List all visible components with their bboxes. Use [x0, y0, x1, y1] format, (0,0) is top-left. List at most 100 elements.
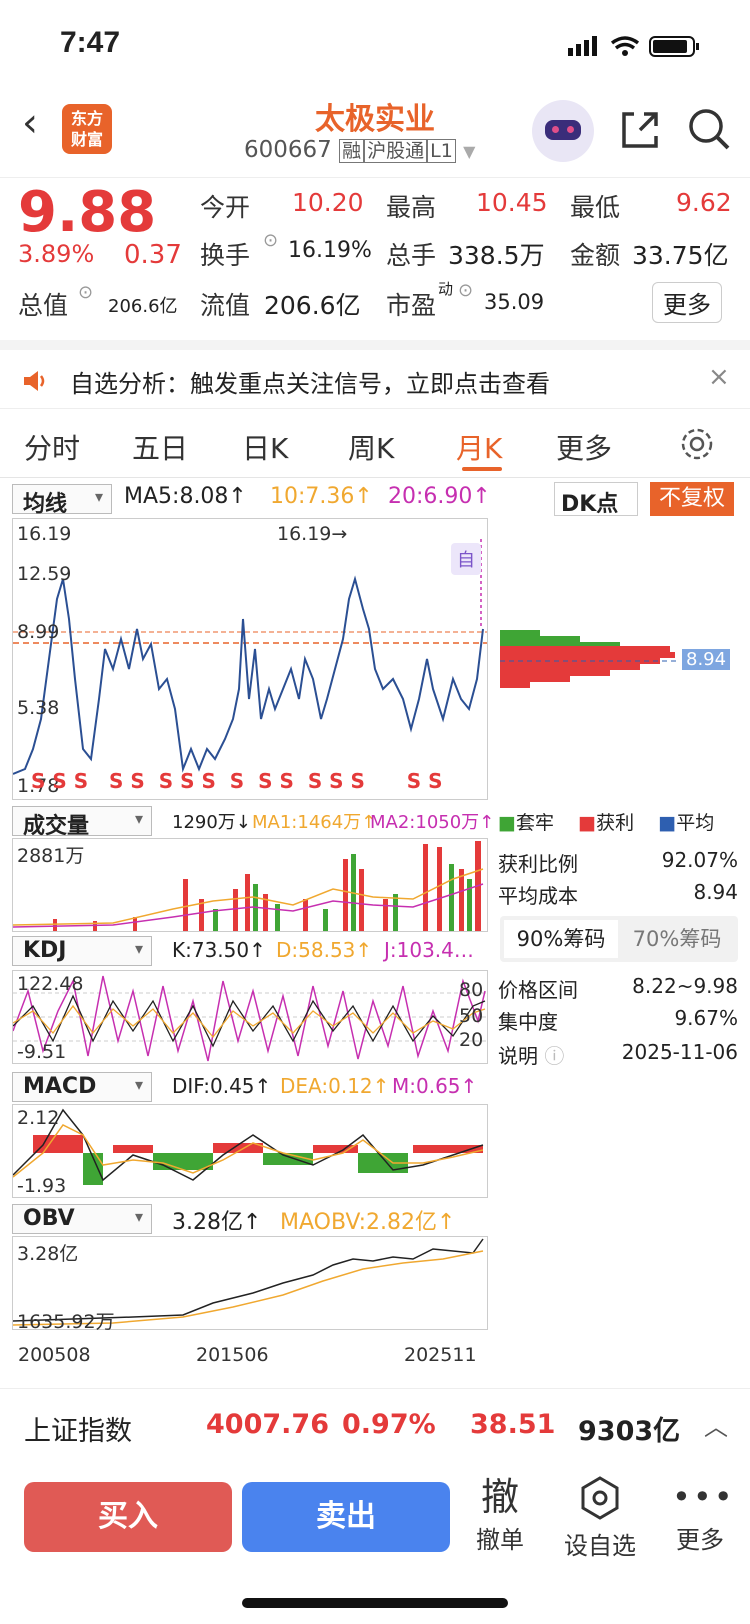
add-favorite-button[interactable]: 设自选 [560, 1474, 640, 1561]
info-icon[interactable]: ⊙ [263, 230, 278, 251]
kdj-chart: 122.48 -9.51 80 50 20 [12, 970, 488, 1064]
badge-hgt: 沪股通 [364, 139, 428, 163]
assistant-robot-icon[interactable] [532, 100, 594, 162]
kdj-level-80: 80 [459, 979, 484, 1001]
concentration-label: 集中度 [498, 1010, 558, 1034]
notice-text: 自选分析：触发重点关注信号，立即点击查看 [70, 370, 550, 398]
mcap-value: 206.6亿 [108, 296, 178, 317]
price-range-label: 价格区间 [498, 978, 578, 1002]
amount-value: 33.75亿 [632, 241, 729, 270]
avg-cost-tag: 8.94 [682, 649, 731, 670]
badge-l1: L1 [427, 139, 456, 163]
macd-ymin: -1.93 [17, 1175, 67, 1197]
chevron-down-icon[interactable]: ▼ [463, 142, 475, 161]
legend-avg: 平均 [676, 812, 715, 834]
indicator-select-obv[interactable]: OBV [12, 1204, 152, 1234]
volume-ymax: 2881万 [17, 845, 85, 867]
sell-button[interactable]: 卖出 [242, 1482, 450, 1552]
chip-legend: ■套牢 ■获利 ■平均 [498, 808, 738, 835]
macd-chart: 2.12 -1.93 [12, 1104, 488, 1198]
trade-actions: 买入 卖出 撤 撤单 设自选 ••• 更多 [0, 1464, 750, 1574]
high-label: 最高 [386, 193, 437, 222]
volume-ma2: MA2:1050万↑ [370, 812, 495, 833]
no-adjust-button[interactable]: 不复权 [650, 482, 734, 516]
info-icon[interactable]: ⊙ [78, 282, 93, 303]
speaker-icon [24, 371, 45, 391]
tab-more[interactable]: 更多 [556, 427, 612, 467]
settings-gear-icon[interactable] [680, 427, 714, 461]
change-percent: 3.89% [18, 240, 95, 268]
kdj-ymin: -9.51 [17, 1041, 67, 1063]
kline-chart[interactable]: 16.19 12.59 8.99 5.38 1.78 16.19→ 自 S S … [12, 518, 488, 800]
index-name: 上证指数 [24, 1416, 132, 1447]
volume-label: 总手 [386, 241, 437, 270]
open-label: 今开 [200, 193, 251, 222]
info-icon[interactable]: ⓘ [544, 1044, 564, 1068]
y-label-4: 5.38 [17, 697, 60, 719]
tab-rik[interactable]: 日K [242, 427, 288, 467]
low-label: 最低 [570, 193, 621, 222]
tab-wuri[interactable]: 五日 [132, 427, 188, 467]
more-actions-button[interactable]: ••• 更多 [672, 1474, 733, 1555]
macd-dea: DEA:0.12↑ [280, 1074, 390, 1098]
quote-panel: 9.88 3.89% 0.37 总值 ⊙ 206.6亿 今开 10.20 最高 … [0, 178, 750, 338]
close-icon[interactable]: × [708, 362, 730, 392]
price-line-chart [12, 539, 487, 775]
avg-cost-label: 平均成本 [498, 884, 578, 908]
volume-ma1: MA1:1464万↑ [252, 812, 377, 833]
favorite-label: 设自选 [564, 1532, 636, 1560]
info-icon[interactable]: ⊙ [458, 280, 473, 301]
macd-m: M:0.65↑ [392, 1074, 478, 1098]
eastmoney-logo: 东方 财富 [62, 104, 112, 154]
obv-ymin: 1635.92万 [17, 1311, 115, 1333]
macd-bars [12, 1108, 484, 1185]
tab-yuek[interactable]: 月K [456, 427, 502, 467]
more-label: 更多 [676, 1526, 724, 1554]
low-value: 9.62 [676, 188, 732, 217]
kdj-level-50: 50 [459, 1005, 484, 1027]
sell-signal-marks: S S S S S S S S S S S S S S S S [31, 769, 443, 793]
status-bar: 7:47 [0, 0, 750, 90]
indicator-select-volume[interactable]: 成交量 [12, 806, 152, 839]
home-indicator [242, 1598, 508, 1608]
status-icons [568, 36, 699, 57]
amount-label: 金额 [570, 241, 621, 270]
obv-chart: 3.28亿 1635.92万 [12, 1236, 488, 1333]
indicator-select-macd[interactable]: MACD [12, 1072, 152, 1102]
favorite-hexagon-icon [581, 1476, 619, 1520]
x-axis-label-end: 202511 [404, 1344, 477, 1366]
tab-chip-70[interactable]: 70%筹码 [620, 920, 734, 958]
back-icon[interactable]: ‹ [22, 100, 38, 146]
volume-value: 338.5万 [448, 241, 545, 270]
price-range-value: 8.22~9.98 [632, 974, 738, 998]
dk-point-select[interactable]: DK点 [554, 482, 638, 517]
ma20-value: 20:6.90↑ [388, 484, 491, 509]
tab-fenshi[interactable]: 分时 [24, 427, 80, 467]
indicator-select-ma[interactable]: 均线 [12, 484, 112, 517]
cancel-label: 撤单 [476, 1526, 524, 1554]
note-date: 2025-11-06 [621, 1040, 738, 1064]
avg-cost-row: 平均成本 8.94 [498, 880, 738, 909]
share-icon[interactable] [618, 108, 662, 152]
float-label: 流值 [200, 291, 251, 320]
peak-label: 16.19→ [277, 523, 348, 545]
cancel-order-button[interactable]: 撤 撤单 [472, 1474, 528, 1555]
indicator-select-kdj[interactable]: KDJ [12, 936, 152, 966]
signal-notice[interactable]: 自选分析：触发重点关注信号，立即点击查看 × [0, 340, 750, 406]
buy-button[interactable]: 买入 [24, 1482, 232, 1552]
tab-zhouk[interactable]: 周K [348, 427, 394, 467]
more-quote-button[interactable]: 更多 [652, 282, 722, 323]
macd-dif: DIF:0.45↑ [172, 1074, 272, 1098]
active-tab-indicator [462, 467, 502, 471]
kdj-k: K:73.50↑ [172, 938, 266, 962]
pe-label: 市盈 [386, 291, 437, 320]
stock-header: ‹ 东方 财富 太极实业 600667 融沪股通 L1 ▼ [0, 90, 750, 178]
high-value: 10.45 [476, 188, 548, 217]
search-icon[interactable] [686, 106, 732, 152]
kdj-d: D:58.53↑ [276, 938, 373, 962]
chevron-up-icon[interactable]: ︿ [704, 1407, 728, 1442]
tab-chip-90[interactable]: 90%筹码 [504, 920, 618, 958]
mcap-label: 总值 [18, 291, 69, 320]
index-ticker[interactable]: 上证指数 4007.76 0.97% 38.51 9303亿 ︿ [0, 1388, 750, 1464]
legend-huo-swatch: ■ [578, 812, 597, 834]
